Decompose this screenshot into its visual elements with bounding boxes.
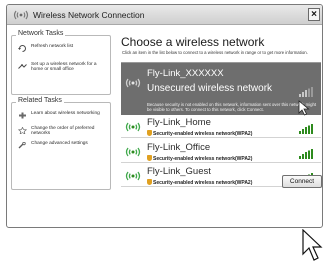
large-cursor-icon bbox=[302, 229, 323, 261]
security-warning-text: Because security is not enabled on this … bbox=[147, 102, 317, 112]
network-security: Security-enabled wireless network(WPA2) bbox=[147, 130, 252, 137]
screen: Wireless Network Connection × Network Ta… bbox=[0, 0, 324, 262]
sidebar: Network Tasks Refresh network list Set u… bbox=[11, 27, 111, 223]
network-security-label: Security-enabled wireless network(WPA2) bbox=[153, 180, 253, 186]
network-security: Security-enabled wireless network(WPA2) bbox=[147, 155, 252, 162]
change-advanced-settings-label: Change advanced settings bbox=[31, 141, 88, 146]
network-name: Fly-Link_Home bbox=[147, 117, 211, 128]
instruction-text: Click an item in the list below to conne… bbox=[122, 50, 308, 55]
signal-strength-icon bbox=[299, 124, 313, 134]
network-list: Fly-Link_XXXXXX Unsecured wireless netwo… bbox=[121, 62, 321, 188]
signal-strength-icon bbox=[299, 149, 313, 159]
shield-icon bbox=[147, 155, 152, 161]
learn-wireless-label: Learn about wireless networking bbox=[31, 111, 100, 116]
window-title: Wireless Network Connection bbox=[33, 10, 145, 20]
page-heading: Choose a wireless network bbox=[121, 35, 265, 49]
network-security-label: Security-enabled wireless network(WPA2) bbox=[153, 131, 253, 137]
network-item[interactable]: Fly-Link_Home Security-enabled wireless … bbox=[121, 116, 321, 138]
settings-icon bbox=[18, 142, 26, 149]
setup-network-icon bbox=[18, 64, 27, 69]
shield-icon bbox=[147, 179, 152, 185]
wireless-signal-icon bbox=[125, 147, 141, 157]
network-status: Unsecured wireless network bbox=[147, 83, 273, 94]
shield-icon bbox=[147, 130, 152, 136]
mouse-cursor-icon bbox=[298, 100, 310, 116]
refresh-icon bbox=[18, 45, 26, 52]
network-security: Security-enabled wireless network(WPA2) bbox=[147, 179, 252, 186]
network-item-selected[interactable]: Fly-Link_XXXXXX Unsecured wireless netwo… bbox=[121, 63, 321, 115]
setup-wireless-network-label: Set up a wireless network for a home or … bbox=[31, 62, 97, 73]
info-icon bbox=[19, 112, 26, 119]
related-tasks-title: Related Tasks bbox=[16, 97, 64, 104]
wireless-icon bbox=[13, 10, 29, 20]
network-tasks-panel: Network Tasks Refresh network list Set u… bbox=[11, 30, 111, 95]
close-button[interactable]: × bbox=[308, 8, 320, 21]
wireless-signal-icon bbox=[125, 78, 141, 88]
title-bar: Wireless Network Connection × bbox=[7, 5, 322, 25]
wireless-network-window: Wireless Network Connection × Network Ta… bbox=[6, 4, 323, 228]
main-panel: Choose a wireless network Click an item … bbox=[117, 27, 321, 227]
network-name: Fly-Link_XXXXXX bbox=[147, 68, 224, 79]
network-item[interactable]: Fly-Link_Office Security-enabled wireles… bbox=[121, 141, 321, 163]
signal-strength-icon bbox=[299, 87, 313, 97]
network-name: Fly-Link_Office bbox=[147, 142, 211, 153]
connect-button[interactable]: Connect bbox=[282, 175, 322, 188]
network-tasks-title: Network Tasks bbox=[16, 30, 66, 37]
wireless-signal-icon bbox=[125, 171, 141, 181]
star-icon bbox=[18, 127, 27, 134]
wireless-signal-icon bbox=[125, 122, 141, 132]
related-tasks-panel: Related Tasks Learn about wireless netwo… bbox=[11, 97, 111, 190]
refresh-network-list-label: Refresh network list bbox=[31, 44, 74, 49]
network-security-label: Security-enabled wireless network(WPA2) bbox=[153, 156, 253, 162]
change-order-label: Change the order of preferred networks bbox=[31, 126, 95, 137]
network-name: Fly-Link_Guest bbox=[147, 166, 211, 177]
